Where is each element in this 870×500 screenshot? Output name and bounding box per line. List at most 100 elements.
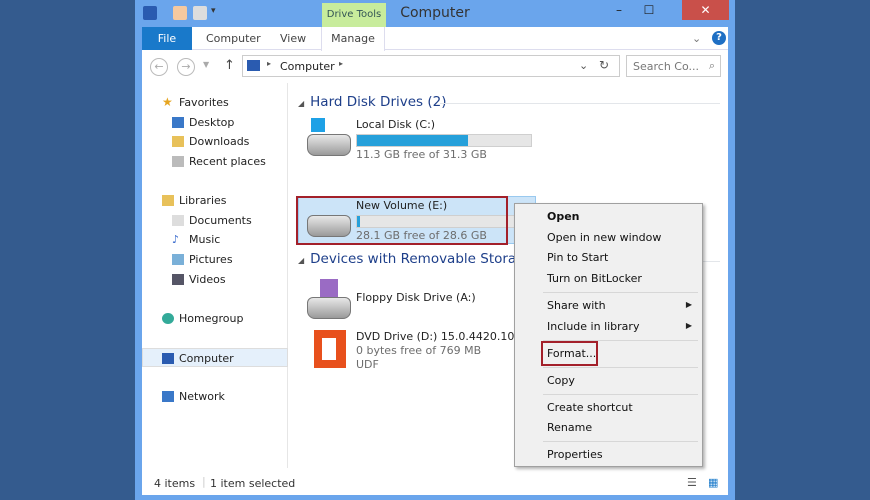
recent-places-icon bbox=[172, 156, 184, 167]
menu-open[interactable]: Open bbox=[547, 210, 580, 223]
computer-icon bbox=[247, 60, 260, 71]
drive-d[interactable]: DVD Drive (D:) 15.0.4420.1017 0 bytes fr… bbox=[304, 328, 536, 376]
label: Videos bbox=[189, 273, 226, 286]
windows-logo-icon bbox=[311, 118, 325, 132]
sidebar-item-pictures[interactable]: Pictures bbox=[142, 250, 288, 269]
menu-share-with[interactable]: Share with bbox=[547, 299, 606, 312]
sidebar-item-music[interactable]: ♪ Music bbox=[142, 230, 288, 249]
minimize-button[interactable]: – bbox=[605, 0, 633, 20]
forward-button[interactable]: → bbox=[177, 58, 195, 76]
collapse-icon: ◢ bbox=[298, 99, 305, 108]
divider bbox=[543, 394, 698, 395]
address-dropdown-icon[interactable]: ⌄ bbox=[579, 59, 588, 72]
highlight-box bbox=[541, 341, 598, 366]
search-icon: ⌕ bbox=[708, 59, 715, 72]
menu-open-new-window[interactable]: Open in new window bbox=[547, 231, 661, 244]
breadcrumb-computer[interactable]: Computer bbox=[280, 60, 335, 73]
menu-rename[interactable]: Rename bbox=[547, 421, 592, 434]
star-icon: ★ bbox=[162, 95, 173, 109]
label: DVD Drive (D:) 15.0.4420.1017 bbox=[356, 330, 529, 343]
sidebar-item-computer[interactable]: Computer bbox=[142, 348, 288, 367]
label: Pictures bbox=[189, 253, 233, 266]
close-button[interactable]: ✕ bbox=[682, 0, 729, 20]
label: Downloads bbox=[189, 135, 250, 148]
menu-pin-to-start[interactable]: Pin to Start bbox=[547, 251, 608, 264]
breadcrumb-chevron-icon: ▸ bbox=[267, 59, 272, 68]
homegroup-icon bbox=[162, 313, 174, 324]
divider bbox=[543, 292, 698, 293]
drive-c[interactable]: Local Disk (C:) 11.3 GB free of 31.3 GB bbox=[304, 116, 536, 164]
context-menu: Open Open in new window Pin to Start Tur… bbox=[514, 203, 703, 467]
highlight-box bbox=[296, 196, 508, 245]
label: Favorites bbox=[179, 96, 229, 109]
tab-computer[interactable]: Computer bbox=[206, 27, 261, 50]
label: 11.3 GB free of 31.3 GB bbox=[356, 148, 487, 161]
menu-include-in-library[interactable]: Include in library bbox=[547, 320, 639, 333]
recent-locations-icon[interactable]: ▼ bbox=[203, 60, 209, 69]
address-bar[interactable]: ▸ Computer ▸ ⌄ ↻ bbox=[242, 55, 620, 77]
label: Recent places bbox=[189, 155, 266, 168]
drive-a[interactable]: Floppy Disk Drive (A:) bbox=[304, 279, 536, 327]
large-icons-view-icon[interactable]: ▦ bbox=[708, 476, 718, 489]
divider bbox=[440, 103, 720, 104]
network-icon bbox=[162, 391, 174, 402]
label: 0 bytes free of 769 MB bbox=[356, 344, 482, 357]
back-button[interactable]: ← bbox=[150, 58, 168, 76]
music-icon: ♪ bbox=[172, 233, 180, 246]
tab-view[interactable]: View bbox=[280, 27, 306, 50]
sidebar-item-desktop[interactable]: Desktop bbox=[142, 113, 288, 132]
group-header-hdd[interactable]: ◢ Hard Disk Drives (2) bbox=[298, 94, 446, 110]
menu-copy[interactable]: Copy bbox=[547, 374, 575, 387]
computer-icon bbox=[162, 353, 174, 364]
label: Network bbox=[179, 390, 225, 403]
office-icon bbox=[314, 330, 346, 368]
tab-file[interactable]: File bbox=[142, 27, 192, 50]
breadcrumb-chevron-icon[interactable]: ▸ bbox=[339, 59, 343, 68]
sidebar-item-videos[interactable]: Videos bbox=[142, 270, 288, 289]
hard-drive-icon bbox=[307, 134, 351, 156]
label: Devices with Removable Storage bbox=[310, 251, 534, 267]
tab-manage[interactable]: Manage bbox=[321, 27, 385, 51]
expand-ribbon-icon[interactable]: ⌄ bbox=[692, 27, 701, 50]
label: Local Disk (C:) bbox=[356, 118, 436, 131]
videos-icon bbox=[172, 274, 184, 285]
sidebar-item-network[interactable]: Network bbox=[142, 387, 288, 406]
search-placeholder: Search Co... bbox=[633, 60, 699, 73]
submenu-arrow-icon: ▶ bbox=[685, 321, 692, 330]
up-button[interactable]: ↑ bbox=[224, 58, 235, 73]
floppy-icon bbox=[320, 279, 338, 297]
menu-create-shortcut[interactable]: Create shortcut bbox=[547, 401, 633, 414]
refresh-icon[interactable]: ↻ bbox=[599, 58, 609, 72]
sidebar-item-homegroup[interactable]: Homegroup bbox=[142, 309, 288, 328]
pictures-icon bbox=[172, 254, 184, 265]
help-icon[interactable]: ? bbox=[712, 31, 726, 45]
desktop-icon bbox=[172, 117, 184, 128]
label: Hard Disk Drives (2) bbox=[310, 94, 447, 110]
sidebar-item-favorites[interactable]: ★ Favorites bbox=[142, 93, 288, 112]
collapse-icon: ◢ bbox=[298, 256, 305, 265]
label: 1 item selected bbox=[210, 477, 296, 490]
floppy-drive-icon bbox=[307, 297, 351, 319]
group-header-removable[interactable]: ◢ Devices with Removable Storage bbox=[298, 251, 533, 267]
submenu-arrow-icon: ▶ bbox=[685, 300, 692, 309]
libraries-icon bbox=[162, 195, 174, 206]
status-bar: 4 items | 1 item selected ☰ ▦ bbox=[154, 475, 719, 490]
sidebar-item-recent-places[interactable]: Recent places bbox=[142, 152, 288, 171]
menu-bitlocker[interactable]: Turn on BitLocker bbox=[547, 272, 642, 285]
label: Music bbox=[189, 233, 221, 246]
sidebar-item-libraries[interactable]: Libraries bbox=[142, 191, 288, 210]
title-bar: ▾ Drive Tools Computer – ☐ ✕ bbox=[135, 0, 735, 27]
documents-icon bbox=[172, 215, 184, 226]
label: Floppy Disk Drive (A:) bbox=[356, 291, 476, 304]
menu-properties[interactable]: Properties bbox=[547, 448, 603, 461]
search-input[interactable]: Search Co... ⌕ bbox=[626, 55, 721, 77]
details-view-icon[interactable]: ☰ bbox=[687, 476, 697, 489]
sidebar-item-downloads[interactable]: Downloads bbox=[142, 132, 288, 151]
divider bbox=[543, 367, 698, 368]
label: Homegroup bbox=[179, 312, 244, 325]
label: 4 items bbox=[154, 477, 196, 490]
sidebar-item-documents[interactable]: Documents bbox=[142, 211, 288, 230]
label: Documents bbox=[189, 214, 252, 227]
label: Libraries bbox=[179, 194, 227, 207]
maximize-button[interactable]: ☐ bbox=[635, 0, 663, 20]
